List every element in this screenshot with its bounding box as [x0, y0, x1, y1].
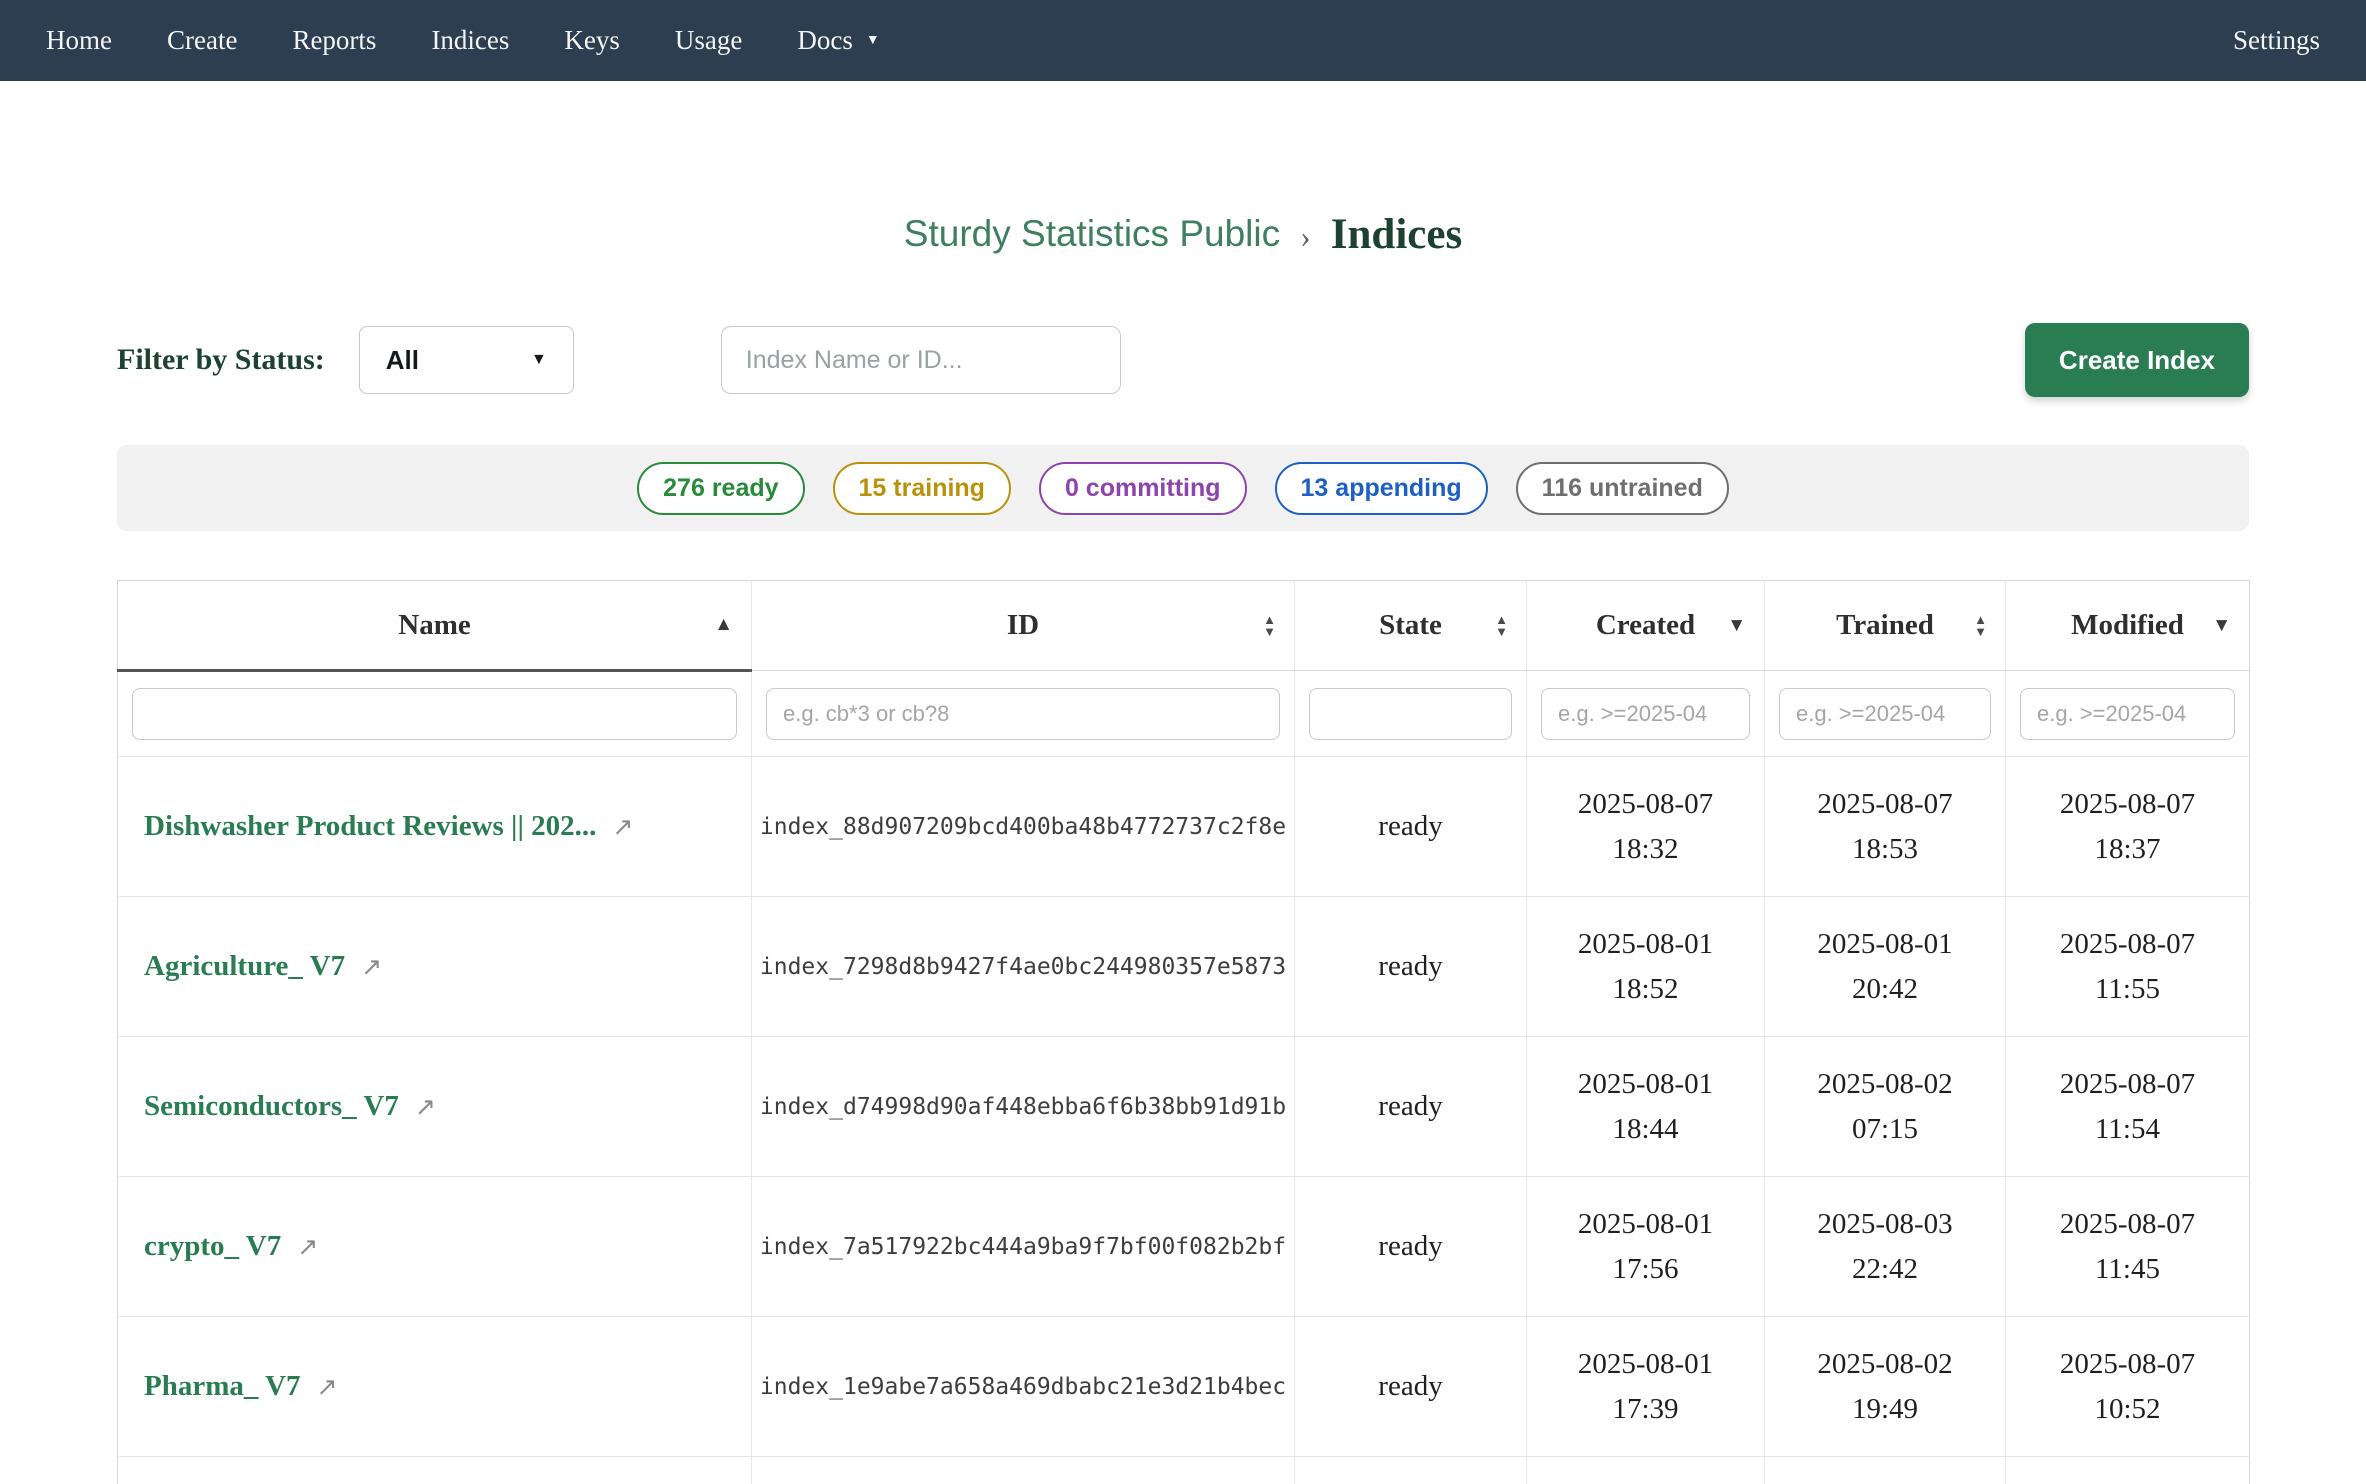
status-badge-untrained[interactable]: 116 untrained — [1516, 462, 1729, 515]
table-filter-row — [118, 671, 2250, 757]
table-row-partial — [118, 1457, 2250, 1484]
nav-item-usage[interactable]: Usage — [675, 25, 742, 56]
external-link-icon: ↗ — [297, 1232, 318, 1261]
index-name-link[interactable]: crypto_ V7 — [144, 1230, 281, 1262]
index-state: ready — [1295, 1177, 1527, 1317]
index-state: ready — [1295, 1037, 1527, 1177]
index-search-input[interactable] — [721, 326, 1121, 394]
breadcrumb-parent-link[interactable]: Sturdy Statistics Public — [904, 213, 1280, 255]
modified-cell: 2025-08-07 11:54 — [2006, 1037, 2250, 1177]
column-header-modified[interactable]: Modified ▼ — [2006, 581, 2250, 671]
sort-desc-icon: ▼ — [2212, 615, 2231, 637]
created-cell: 2025-08-01 17:56 — [1527, 1177, 1765, 1317]
filter-by-status-label: Filter by Status: — [117, 343, 325, 377]
chevron-down-icon: ▼ — [531, 351, 547, 369]
chevron-down-icon: ▼ — [866, 33, 880, 49]
table-row: crypto_ V7 ↗ index_7a517922bc444a9ba9f7bf… — [118, 1177, 2250, 1317]
external-link-icon: ↗ — [317, 1372, 338, 1401]
id-filter-input[interactable] — [766, 688, 1280, 740]
index-id: index_88d907209bcd400ba48b4772737c2f8e — [752, 757, 1295, 897]
external-link-icon: ↗ — [415, 1092, 436, 1121]
trained-cell: 2025-08-02 07:15 — [1765, 1037, 2006, 1177]
sort-desc-icon: ▼ — [1727, 615, 1746, 637]
status-filter-value: All — [386, 345, 419, 376]
index-state: ready — [1295, 757, 1527, 897]
trained-cell: 2025-08-07 18:53 — [1765, 757, 2006, 897]
trained-cell: 2025-08-03 22:42 — [1765, 1177, 2006, 1317]
index-state: ready — [1295, 1317, 1527, 1457]
page-title: Indices — [1331, 210, 1462, 259]
sort-both-icon: ▲▼ — [1495, 614, 1508, 638]
filter-bar: Filter by Status: All ▼ Create Index — [117, 323, 2249, 397]
status-badge-ready[interactable]: 276 ready — [637, 462, 804, 515]
column-label: Created — [1596, 609, 1695, 641]
column-header-id[interactable]: ID ▲▼ — [752, 581, 1295, 671]
nav-item-indices[interactable]: Indices — [431, 25, 509, 56]
status-summary-bar: 276 ready 15 training 0 committing 13 ap… — [117, 445, 2249, 531]
status-filter-dropdown[interactable]: All ▼ — [359, 326, 574, 394]
status-badge-committing[interactable]: 0 committing — [1039, 462, 1247, 515]
sort-asc-icon: ▲ — [714, 614, 733, 636]
nav-item-settings[interactable]: Settings — [2233, 25, 2320, 56]
index-name-link[interactable]: Agriculture_ V7 — [144, 950, 345, 982]
index-id: index_d74998d90af448ebba6f6b38bb91d91b — [752, 1037, 1295, 1177]
column-header-state[interactable]: State ▲▼ — [1295, 581, 1527, 671]
external-link-icon: ↗ — [612, 812, 633, 841]
status-badge-appending[interactable]: 13 appending — [1275, 462, 1488, 515]
created-cell: 2025-08-01 18:44 — [1527, 1037, 1765, 1177]
table-row: Semiconductors_ V7 ↗ index_d74998d90af448… — [118, 1037, 2250, 1177]
index-id: index_1e9abe7a658a469dbabc21e3d21b4bec — [752, 1317, 1295, 1457]
column-label: Trained — [1836, 609, 1934, 641]
modified-cell: 2025-08-07 11:45 — [2006, 1177, 2250, 1317]
indices-table: Name ▲ ID ▲▼ State ▲▼ Created — [117, 580, 2250, 1484]
status-badge-training[interactable]: 15 training — [833, 462, 1011, 515]
index-name-link[interactable]: Dishwasher Product Reviews || 202... — [144, 810, 596, 842]
trained-cell: 2025-08-02 19:49 — [1765, 1317, 2006, 1457]
column-label: Name — [398, 609, 470, 641]
table-row: Dishwasher Product Reviews || 202... ↗ in… — [118, 757, 2250, 897]
created-cell: 2025-08-07 18:32 — [1527, 757, 1765, 897]
index-name-link[interactable]: Semiconductors_ V7 — [144, 1090, 399, 1122]
index-id: index_7298d8b9427f4ae0bc244980357e5873 — [752, 897, 1295, 1037]
index-id: index_7a517922bc444a9ba9f7bf00f082b2bf — [752, 1177, 1295, 1317]
modified-cell: 2025-08-07 18:37 — [2006, 757, 2250, 897]
column-header-created[interactable]: Created ▼ — [1527, 581, 1765, 671]
column-label: State — [1379, 609, 1442, 641]
create-index-button[interactable]: Create Index — [2025, 323, 2249, 397]
top-nav: Home Create Reports Indices Keys Usage D… — [0, 0, 2366, 81]
nav-item-docs[interactable]: Docs ▼ — [797, 25, 879, 56]
breadcrumb-separator-icon: › — [1300, 214, 1311, 255]
external-link-icon: ↗ — [361, 952, 382, 981]
column-header-trained[interactable]: Trained ▲▼ — [1765, 581, 2006, 671]
table-header-row: Name ▲ ID ▲▼ State ▲▼ Created — [118, 581, 2250, 671]
nav-item-reports[interactable]: Reports — [292, 25, 376, 56]
created-cell: 2025-08-01 17:39 — [1527, 1317, 1765, 1457]
breadcrumb: Sturdy Statistics Public › Indices — [117, 206, 2249, 262]
modified-cell: 2025-08-07 11:55 — [2006, 897, 2250, 1037]
nav-item-keys[interactable]: Keys — [564, 25, 620, 56]
table-row: Pharma_ V7 ↗ index_1e9abe7a658a469dbabc21… — [118, 1317, 2250, 1457]
index-name-link[interactable]: Pharma_ V7 — [144, 1370, 301, 1402]
modified-filter-input[interactable] — [2020, 688, 2235, 740]
sort-both-icon: ▲▼ — [1974, 614, 1987, 638]
trained-cell: 2025-08-01 20:42 — [1765, 897, 2006, 1037]
created-filter-input[interactable] — [1541, 688, 1750, 740]
column-label: ID — [1007, 609, 1039, 641]
nav-docs-label: Docs — [797, 25, 853, 56]
nav-item-create[interactable]: Create — [167, 25, 237, 56]
trained-filter-input[interactable] — [1779, 688, 1991, 740]
nav-item-home[interactable]: Home — [46, 25, 112, 56]
created-cell: 2025-08-01 18:52 — [1527, 897, 1765, 1037]
sort-both-icon: ▲▼ — [1263, 614, 1276, 638]
column-header-name[interactable]: Name ▲ — [118, 581, 752, 671]
index-state: ready — [1295, 897, 1527, 1037]
table-row: Agriculture_ V7 ↗ index_7298d8b9427f4ae0b… — [118, 897, 2250, 1037]
modified-cell: 2025-08-07 10:52 — [2006, 1317, 2250, 1457]
state-filter-input[interactable] — [1309, 688, 1512, 740]
main-content: Sturdy Statistics Public › Indices Filte… — [117, 206, 2249, 1484]
name-filter-input[interactable] — [132, 688, 737, 740]
nav-left: Home Create Reports Indices Keys Usage D… — [46, 25, 880, 56]
column-label: Modified — [2071, 609, 2184, 641]
